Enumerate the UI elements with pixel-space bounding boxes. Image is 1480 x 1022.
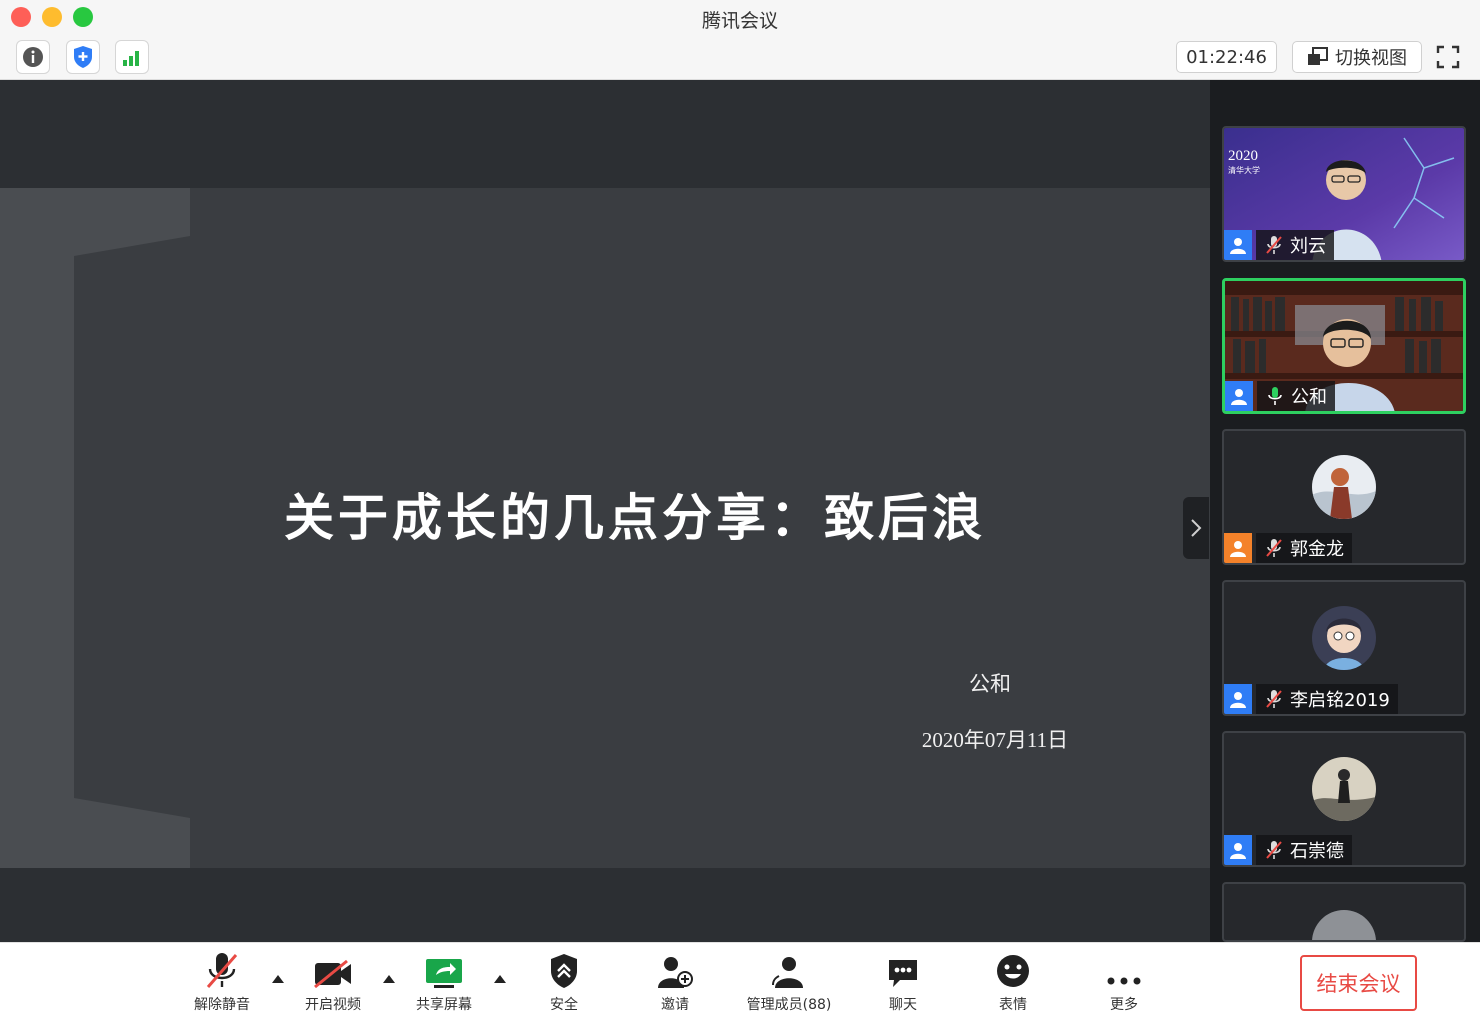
start-video-button[interactable]: 开启视频 <box>278 949 388 1015</box>
participant-label: 郭金龙 <box>1224 533 1352 563</box>
unmute-button[interactable]: 解除静音 <box>167 949 277 1015</box>
end-meeting-button[interactable]: 结束会议 <box>1300 955 1417 1011</box>
slide-title: 关于成长的几点分享：致后浪 <box>284 488 986 547</box>
mic-muted-icon <box>1266 539 1282 557</box>
security-shield-icon <box>551 954 577 988</box>
avatar-image <box>1312 757 1376 821</box>
participant-tile[interactable]: 李启铭2019 <box>1222 580 1466 716</box>
mic-muted-icon <box>1266 841 1282 859</box>
participant-role-badge <box>1224 533 1252 563</box>
participant-tile[interactable]: 2020 清华大学 刘云 <box>1222 126 1466 262</box>
participant-label: 石崇德 <box>1224 835 1352 865</box>
collapse-panel-button[interactable] <box>1183 497 1209 559</box>
participant-name: 刘云 <box>1290 236 1326 257</box>
fullscreen-icon <box>1436 45 1460 69</box>
presentation-slide: 关于成长的几点分享：致后浪 公和 2020年07月11日 <box>0 188 1210 868</box>
participant-name-chip: 公和 <box>1257 381 1335 411</box>
start-video-label: 开启视频 <box>305 997 361 1013</box>
mic-muted-icon <box>206 953 238 988</box>
signal-strength-icon <box>123 51 139 66</box>
add-user-icon <box>658 957 693 988</box>
share-options-caret[interactable] <box>494 975 506 983</box>
mic-active-icon <box>1268 387 1282 405</box>
manage-members-button[interactable]: 管理成员(88) <box>734 949 844 1015</box>
invite-button[interactable]: 邀请 <box>620 949 730 1015</box>
avatar-image <box>1312 455 1376 519</box>
participant-tile[interactable]: 石崇德 <box>1222 731 1466 867</box>
participant-avatar <box>1312 606 1376 670</box>
reactions-button[interactable]: 表情 <box>958 949 1068 1015</box>
members-icon <box>772 957 803 988</box>
manage-members-label: 管理成员(88) <box>746 997 832 1013</box>
participant-tile-partial[interactable] <box>1222 882 1466 942</box>
participant-name: 石崇德 <box>1290 841 1344 862</box>
participant-name: 郭金龙 <box>1290 539 1344 560</box>
security-status-button[interactable] <box>66 40 100 74</box>
network-status-button[interactable] <box>115 40 149 74</box>
fullscreen-button[interactable] <box>1432 41 1464 73</box>
video-off-icon <box>314 959 351 989</box>
participant-avatar <box>1312 455 1376 519</box>
security-label: 安全 <box>550 997 578 1013</box>
invite-label: 邀请 <box>661 997 689 1013</box>
participant-name-chip: 石崇德 <box>1256 835 1352 865</box>
participant-label: 刘云 <box>1224 230 1334 260</box>
person-icon <box>1230 692 1246 708</box>
person-icon <box>1230 541 1246 557</box>
chevron-right-icon <box>1191 519 1202 537</box>
reactions-label: 表情 <box>999 997 1027 1013</box>
video-background-text: 2020 清华大学 <box>1228 148 1260 175</box>
meeting-info-button[interactable] <box>16 40 50 74</box>
chat-bubble-icon <box>889 960 917 987</box>
participants-video-panel: 2020 清华大学 刘云 公和 郭金龙 李启铭2019 石崇德 <box>1210 80 1480 942</box>
slide-date: 2020年07月11日 <box>921 728 1069 752</box>
meeting-controls-bar: 解除静音 开启视频 共享屏幕 安全 邀请 管理成员(88) 聊天 表情 更多 结… <box>0 942 1480 1022</box>
unmute-label: 解除静音 <box>194 997 250 1013</box>
mic-muted-icon <box>1266 236 1282 254</box>
share-screen-icon <box>426 959 462 988</box>
switch-view-label: 切换视图 <box>1335 48 1407 69</box>
more-button[interactable]: 更多 <box>1069 949 1179 1015</box>
more-dots-icon <box>1107 977 1141 985</box>
participant-label: 公和 <box>1225 381 1335 411</box>
mic-muted-icon <box>1266 690 1282 708</box>
participant-role-badge <box>1224 684 1252 714</box>
participant-label: 李启铭2019 <box>1224 684 1398 714</box>
person-icon <box>1230 843 1246 859</box>
security-button[interactable]: 安全 <box>509 949 619 1015</box>
participant-role-badge <box>1225 381 1253 411</box>
chat-button[interactable]: 聊天 <box>848 949 958 1015</box>
meeting-timer: 01:22:46 <box>1176 41 1277 73</box>
title-bar: 腾讯会议 <box>0 0 1480 34</box>
participant-tile-active-speaker[interactable]: 公和 <box>1222 278 1466 414</box>
participant-role-badge <box>1224 835 1252 865</box>
participant-name-chip: 刘云 <box>1256 230 1334 260</box>
smiley-icon <box>997 955 1029 987</box>
window-title: 腾讯会议 <box>701 10 778 32</box>
security-shield-icon <box>74 46 92 68</box>
participant-tile[interactable]: 郭金龙 <box>1222 429 1466 565</box>
participant-name-chip: 李启铭2019 <box>1256 684 1398 714</box>
participant-name: 李启铭2019 <box>1290 690 1390 711</box>
info-icon <box>23 47 43 67</box>
person-icon <box>1230 238 1246 254</box>
participant-name: 公和 <box>1291 387 1327 408</box>
participant-avatar <box>1312 757 1376 821</box>
participant-avatar <box>1312 910 1376 940</box>
meeting-toolbar: 01:22:46 切换视图 <box>0 34 1480 80</box>
participant-name-chip: 郭金龙 <box>1256 533 1352 563</box>
more-label: 更多 <box>1110 997 1138 1013</box>
share-screen-button[interactable]: 共享屏幕 <box>389 949 499 1015</box>
person-icon <box>1231 389 1247 405</box>
shared-screen-stage: 关于成长的几点分享：致后浪 公和 2020年07月11日 <box>0 80 1210 942</box>
share-screen-label: 共享屏幕 <box>416 997 472 1013</box>
switch-view-icon <box>1308 47 1328 65</box>
slide-author: 公和 <box>969 672 1011 696</box>
switch-view-button[interactable]: 切换视图 <box>1292 41 1422 73</box>
chat-label: 聊天 <box>889 997 917 1013</box>
participant-role-badge <box>1224 230 1252 260</box>
avatar-image <box>1312 606 1376 670</box>
